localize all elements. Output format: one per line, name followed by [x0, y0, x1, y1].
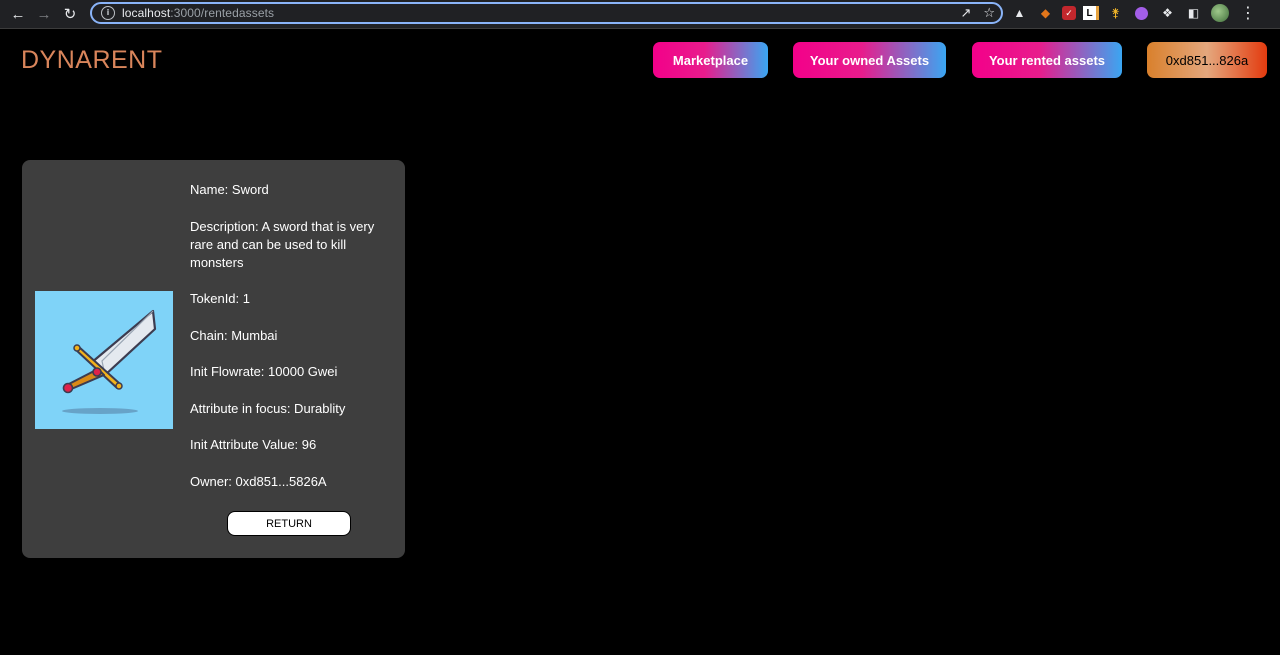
side-panel-icon[interactable]: ◧	[1184, 4, 1203, 23]
asset-name: Name: Sword	[190, 182, 269, 197]
extension-l-icon[interactable]: L	[1083, 6, 1099, 20]
profile-avatar-icon[interactable]	[1210, 4, 1229, 23]
asset-chain: Chain: Mumbai	[190, 327, 278, 343]
return-button[interactable]: RETURN	[227, 511, 351, 536]
marketplace-button[interactable]: Marketplace	[653, 42, 768, 78]
bookmark-star-icon[interactable]: ☆	[983, 5, 995, 21]
asset-card: Name: Sword Description: A sword that is…	[22, 160, 405, 558]
extension-purple-icon[interactable]	[1132, 4, 1151, 23]
extension-key-icon[interactable]: ⚵	[1106, 4, 1125, 23]
asset-description: Description: A sword that is very rare a…	[190, 218, 375, 270]
extensions-puzzle-icon[interactable]: ❖	[1158, 4, 1177, 23]
forward-arrow-icon[interactable]: →	[31, 1, 57, 27]
site-info-icon[interactable]: i	[101, 6, 115, 20]
extension-triangle-icon[interactable]: ▲	[1010, 4, 1029, 23]
app-logo: DYNARENT	[21, 46, 163, 74]
back-arrow-icon[interactable]: ←	[5, 1, 31, 27]
asset-token-id: TokenId: 1	[190, 291, 250, 306]
asset-owner: Owner: 0xd851...5826A	[190, 473, 327, 489]
sword-icon	[62, 309, 157, 414]
asset-init-flowrate: Init Flowrate: 10000 Gwei	[190, 364, 338, 379]
extension-red-icon[interactable]: ✓	[1062, 6, 1076, 20]
browser-menu-icon[interactable]: ⋮	[1240, 3, 1256, 23]
reload-icon[interactable]: ↻	[57, 1, 83, 27]
asset-init-attribute-value: Init Attribute Value: 96	[190, 437, 317, 452]
metamask-fox-icon[interactable]: ◆	[1036, 4, 1055, 23]
rented-assets-button[interactable]: Your rented assets	[972, 42, 1122, 78]
address-bar[interactable]: i localhost:3000/rentedassets ↗ ☆	[90, 2, 1003, 24]
share-icon[interactable]: ↗	[960, 5, 971, 21]
browser-toolbar: ← → ↻ i localhost:3000/rentedassets ↗ ☆ …	[0, 0, 1280, 29]
owned-assets-button[interactable]: Your owned Assets	[793, 42, 946, 78]
asset-details: Name: Sword Description: A sword that is…	[190, 181, 390, 509]
sword-image	[35, 291, 173, 429]
asset-attribute-focus: Attribute in focus: Durablity	[190, 400, 346, 416]
wallet-address-button[interactable]: 0xd851...826a	[1147, 42, 1267, 78]
url-text[interactable]: localhost:3000/rentedassets	[122, 6, 274, 20]
